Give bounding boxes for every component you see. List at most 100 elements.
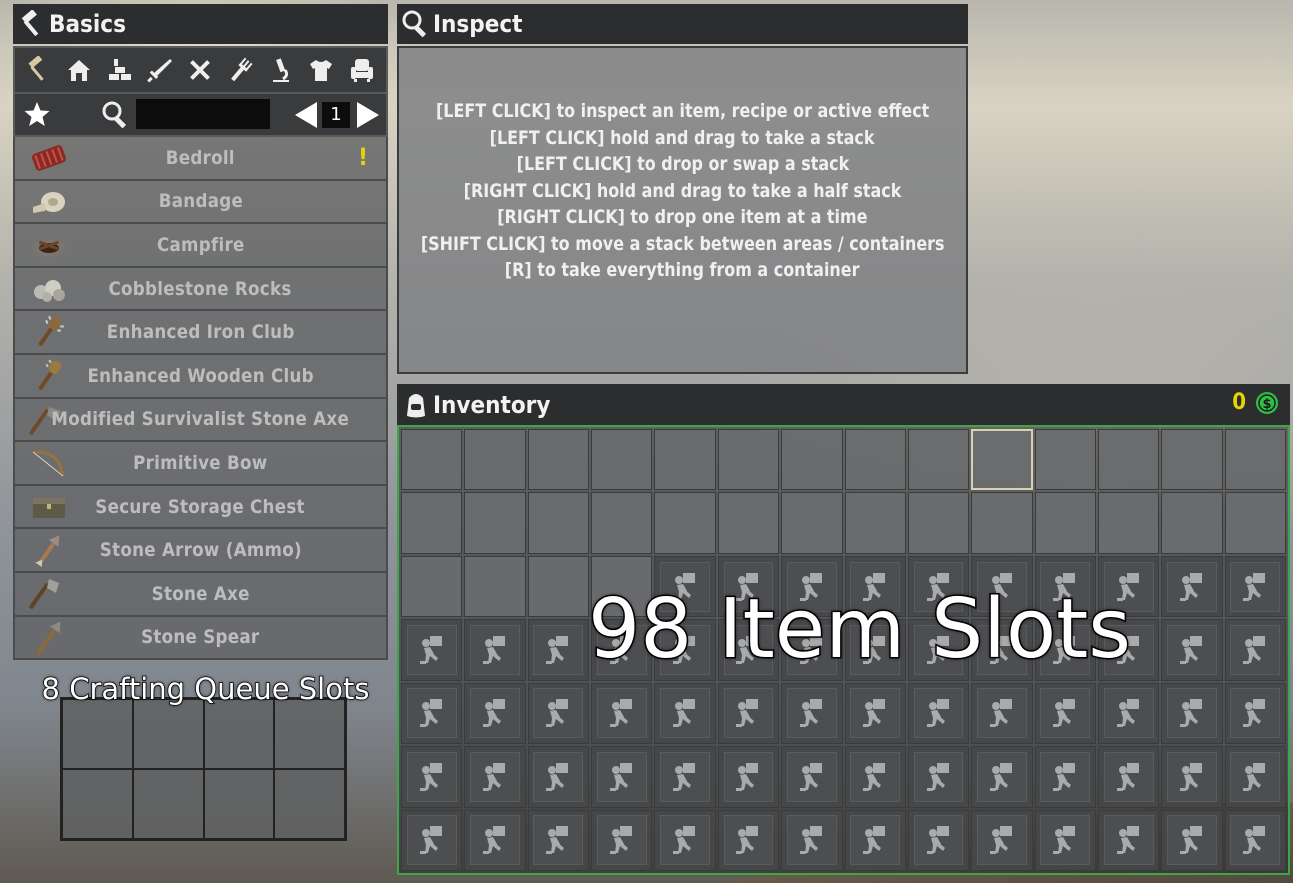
category-hammer-icon[interactable] [23,54,55,86]
inventory-slot-locked[interactable] [844,809,906,871]
inventory-slot[interactable] [401,429,463,491]
inventory-slot[interactable] [844,492,906,554]
recipe-item-modified-survivalist-stone-axe[interactable]: Modified Survivalist Stone Axe [13,398,388,443]
inventory-slot-locked[interactable] [1161,555,1223,618]
inventory-slot-locked[interactable] [527,619,590,681]
category-tools-icon[interactable] [184,54,216,86]
inventory-slot[interactable] [654,492,716,554]
inventory-slot-locked[interactable] [971,746,1033,808]
inventory-slot[interactable] [1097,429,1160,491]
inventory-slot-locked[interactable] [971,682,1033,745]
category-fork-icon[interactable] [225,54,257,86]
inventory-slot-locked[interactable] [401,746,463,808]
inventory-slot-locked[interactable] [464,809,526,871]
inventory-slot-locked[interactable] [1224,555,1286,618]
inventory-slot-locked[interactable] [464,619,526,681]
recipe-item-enhanced-iron-club[interactable]: Enhanced Iron Club [13,311,388,355]
inventory-slot-locked[interactable] [464,682,526,745]
inventory-slot[interactable] [781,429,843,491]
category-bricks-icon[interactable] [104,54,136,86]
inventory-slot[interactable] [654,429,716,491]
inventory-slot-locked[interactable] [401,682,463,745]
inventory-slot-locked[interactable] [527,682,590,745]
queue-slot[interactable] [132,769,204,839]
inventory-slot-locked[interactable] [717,682,780,745]
inventory-slot[interactable] [1161,429,1223,491]
category-armchair-icon[interactable] [346,54,378,86]
queue-slot[interactable] [62,769,133,839]
inventory-slot[interactable] [1224,492,1286,554]
inventory-slot-locked[interactable] [591,746,653,808]
inventory-slot[interactable] [907,492,970,554]
inventory-slot-locked[interactable] [591,809,653,871]
inventory-slot-locked[interactable] [654,746,716,808]
inventory-slot-locked[interactable] [401,619,463,681]
inventory-slot[interactable] [1034,429,1096,491]
inventory-slot-locked[interactable] [1097,746,1160,808]
inventory-slot[interactable] [907,429,970,491]
inventory-slot-locked[interactable] [907,809,970,871]
inventory-slot[interactable] [464,429,526,491]
recipe-item-campfire[interactable]: Campfire [13,224,388,268]
inventory-slot-locked[interactable] [464,746,526,808]
inventory-slot[interactable] [717,492,780,554]
inventory-slot-locked[interactable] [1097,809,1160,871]
inventory-slot-locked[interactable] [781,809,843,871]
inventory-slot[interactable] [717,429,780,491]
inventory-slot-locked[interactable] [1034,682,1096,745]
queue-slot[interactable] [274,769,345,839]
recipe-item-bandage[interactable]: Bandage [13,180,388,225]
recipe-item-stone-arrow[interactable]: Stone Arrow (Ammo) [13,529,388,573]
inventory-slot-locked[interactable] [1161,619,1223,681]
inventory-slot[interactable] [401,492,463,554]
inventory-slot-locked[interactable] [844,746,906,808]
inventory-slot-locked[interactable] [1224,809,1286,871]
inventory-slot-locked[interactable] [781,682,843,745]
inventory-slot-locked[interactable] [1034,746,1096,808]
inventory-slot[interactable] [1034,492,1096,554]
category-house-icon[interactable] [63,54,95,86]
recipe-item-primitive-bow[interactable]: Primitive Bow [13,442,388,486]
recipe-item-bedroll[interactable]: Bedroll ! [13,137,388,181]
category-shirt-icon[interactable] [305,54,337,86]
recipe-item-stone-spear[interactable]: Stone Spear [13,616,388,661]
inventory-slot-locked[interactable] [654,809,716,871]
inventory-slot[interactable] [591,429,653,491]
inventory-slot-locked[interactable] [844,682,906,745]
page-next-arrow-icon[interactable] [355,100,381,134]
inventory-slot[interactable] [781,492,843,554]
recipe-item-secure-storage-chest[interactable]: Secure Storage Chest [13,485,388,530]
inventory-slot-locked[interactable] [717,746,780,808]
inventory-slot-locked[interactable] [1224,746,1286,808]
inventory-slot-locked[interactable] [971,809,1033,871]
inventory-slot-locked[interactable] [1224,682,1286,745]
recipe-item-stone-axe[interactable]: Stone Axe [13,572,388,617]
recipe-item-enhanced-wooden-club[interactable]: Enhanced Wooden Club [13,354,388,399]
inventory-slot-selected[interactable] [971,429,1033,491]
inventory-slot-locked[interactable] [907,682,970,745]
inventory-slot[interactable] [401,555,463,618]
inventory-slot[interactable] [1097,492,1160,554]
inventory-slot-locked[interactable] [907,746,970,808]
category-sword-icon[interactable] [144,54,176,86]
inventory-slot-locked[interactable] [1161,746,1223,808]
inventory-slot-locked[interactable] [527,809,590,871]
inventory-slot-locked[interactable] [717,809,780,871]
inventory-slot-locked[interactable] [401,809,463,871]
inventory-slot[interactable] [1224,429,1286,491]
inventory-slot[interactable] [527,429,590,491]
inventory-slot[interactable] [527,492,590,554]
page-prev-arrow-icon[interactable] [293,100,319,134]
inventory-slot[interactable] [464,555,526,618]
recipe-item-cobblestone-rocks[interactable]: Cobblestone Rocks [13,267,388,312]
inventory-slot-locked[interactable] [1224,619,1286,681]
inventory-slot-locked[interactable] [654,682,716,745]
inventory-slot-locked[interactable] [781,746,843,808]
favorites-star-icon[interactable] [23,100,51,132]
inventory-slot-locked[interactable] [591,682,653,745]
inventory-slot[interactable] [971,492,1033,554]
inventory-slot[interactable] [464,492,526,554]
inventory-slot-locked[interactable] [1161,682,1223,745]
queue-slot[interactable] [203,769,275,839]
inventory-slot[interactable] [844,429,906,491]
